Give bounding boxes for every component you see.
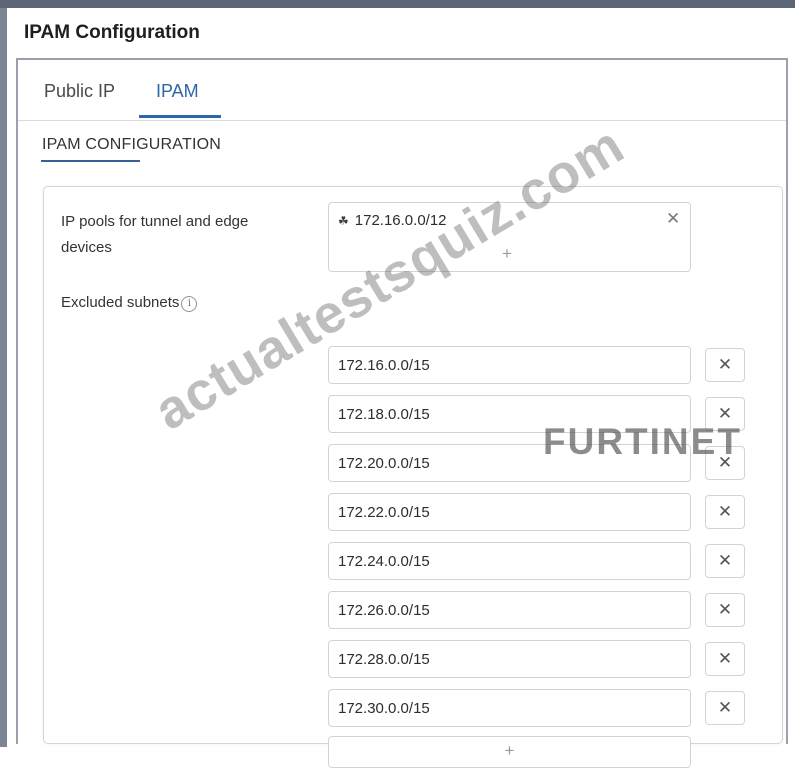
info-icon[interactable]: i (181, 296, 198, 312)
excluded-subnet-input[interactable] (328, 689, 691, 727)
tab-bar: Public IP IPAM (18, 60, 786, 121)
title-bar: IPAM Configuration (7, 8, 795, 58)
ip-pools-label: IP pools for tunnel and edge devices (61, 213, 249, 256)
excluded-subnet-row: ✕ (328, 640, 748, 678)
remove-subnet-button[interactable]: ✕ (705, 642, 745, 676)
ip-pool-value: 172.16.0.0/12 (354, 212, 447, 229)
excluded-subnet-input[interactable] (328, 591, 691, 629)
ip-pool-chip: ☘ 172.16.0.0/12 (338, 212, 447, 229)
excluded-subnets-label-text: Excluded subnets (61, 294, 180, 311)
tab-public-ip[interactable]: Public IP (44, 81, 115, 102)
remove-subnet-button[interactable]: ✕ (705, 397, 745, 431)
excluded-subnet-input[interactable] (328, 640, 691, 678)
window-left-rail (0, 8, 7, 747)
remove-subnet-button[interactable]: ✕ (705, 348, 745, 382)
window-title: IPAM Configuration (24, 22, 200, 43)
excluded-subnet-input[interactable] (328, 444, 691, 482)
excluded-subnet-row: ✕ (328, 591, 748, 629)
network-icon: ☘ (338, 214, 349, 228)
ip-pools-field[interactable]: ☘ 172.16.0.0/12 ✕ + (328, 202, 691, 272)
excluded-subnet-row: ✕ (328, 346, 748, 384)
remove-subnet-button[interactable]: ✕ (705, 691, 745, 725)
ipam-settings-panel: IP pools for tunnel and edge devices ☘ 17… (43, 186, 783, 768)
section-header-underline (41, 160, 140, 162)
add-pool-button[interactable]: + (502, 244, 512, 264)
remove-subnet-button[interactable]: ✕ (705, 446, 745, 480)
excluded-subnet-input[interactable] (328, 542, 691, 580)
excluded-subnet-row: ✕ (328, 444, 748, 482)
window-top-band (0, 0, 795, 8)
remove-subnet-button[interactable]: ✕ (705, 495, 745, 529)
excluded-subnet-row: ✕ (328, 493, 748, 531)
section-header: IPAM CONFIGURATION (42, 136, 222, 153)
excluded-subnet-row: ✕ (328, 395, 748, 433)
remove-subnet-button[interactable]: ✕ (705, 593, 745, 627)
excluded-subnet-input[interactable] (328, 346, 691, 384)
remove-pool-icon[interactable]: ✕ (666, 209, 680, 229)
active-tab-indicator (139, 115, 221, 118)
excluded-subnets-label: Excluded subnets i (61, 290, 198, 316)
remove-subnet-button[interactable]: ✕ (705, 544, 745, 578)
tab-ipam[interactable]: IPAM (156, 81, 199, 102)
excluded-subnet-row: ✕ (328, 542, 748, 580)
excluded-subnet-input[interactable] (328, 493, 691, 531)
config-dialog: Public IP IPAM IPAM CONFIGURATION IP poo… (16, 58, 788, 768)
add-subnet-button[interactable]: + (328, 736, 691, 768)
excluded-subnet-row: ✕ (328, 689, 748, 727)
excluded-subnet-input[interactable] (328, 395, 691, 433)
